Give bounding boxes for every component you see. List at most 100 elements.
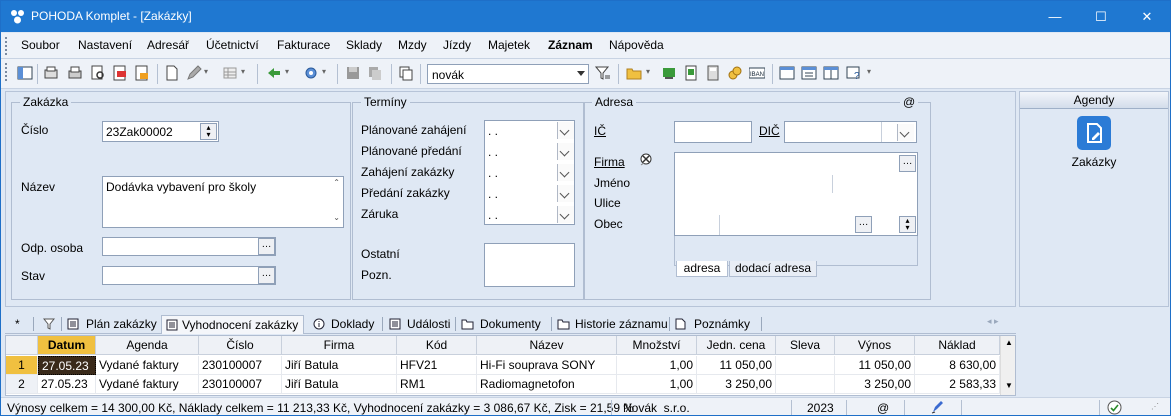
ic-field[interactable] — [674, 121, 752, 143]
document-green-icon[interactable] — [683, 65, 699, 81]
table-cell[interactable]: Jiří Batula — [282, 356, 397, 375]
stav-lookup-button[interactable]: … — [258, 267, 275, 284]
table-cell[interactable]: 8 630,00 — [915, 356, 1000, 375]
coins-icon[interactable] — [727, 65, 743, 81]
firma-label[interactable]: Firma — [594, 155, 625, 169]
tab-dodaci-adresa[interactable]: dodací adresa — [729, 261, 817, 277]
iban-icon[interactable]: IBAN — [749, 65, 765, 81]
table-cell[interactable]: 1,00 — [617, 356, 697, 375]
back-arrow-icon[interactable] — [266, 65, 282, 81]
scroll-up-icon[interactable]: ⌃ — [333, 178, 340, 187]
table-cell[interactable] — [776, 356, 835, 375]
address-fields[interactable]: … … ▴ ▾ — [674, 152, 918, 236]
maximize-button[interactable]: ☐ — [1078, 1, 1124, 32]
status-ok-icon[interactable] — [1107, 400, 1122, 415]
calculator-icon[interactable] — [705, 65, 721, 81]
scroll-up-icon[interactable]: ▲ — [1005, 338, 1013, 347]
edit-dropdown-icon[interactable]: ▾ — [204, 67, 208, 76]
zakazky-icon[interactable] — [1077, 116, 1111, 150]
firma-lookup-button[interactable]: … — [899, 155, 916, 172]
zaruka-value[interactable]: . . — [488, 208, 498, 222]
resize-grip-icon[interactable]: ⋰ — [1151, 402, 1159, 411]
table-cell[interactable]: 11 050,00 — [697, 356, 776, 375]
duplicate-icon[interactable] — [398, 65, 414, 81]
menu-mzdy[interactable]: Mzdy — [398, 38, 427, 52]
copy-icon[interactable] — [367, 65, 383, 81]
tabs-scroll-arrows[interactable]: ◂ ▸ — [987, 316, 999, 327]
menu-sklady[interactable]: Sklady — [346, 38, 382, 52]
col-sleva[interactable]: Sleva — [776, 336, 835, 355]
status-pen-icon[interactable] — [931, 400, 945, 414]
menu-nastaveni[interactable]: Nastavení — [78, 38, 132, 52]
cislo-field[interactable]: 23Zak00002 ▴ ▾ — [102, 121, 219, 142]
row-indicator[interactable]: 1 — [6, 356, 38, 375]
clear-address-icon[interactable] — [638, 152, 654, 168]
col-vynos[interactable]: Výnos — [835, 336, 915, 355]
dic-label[interactable]: DIČ — [759, 124, 780, 138]
preview-icon[interactable] — [90, 65, 106, 81]
window-cascade-icon[interactable] — [823, 65, 839, 81]
help-dropdown-icon[interactable]: ▾ — [867, 67, 871, 76]
nazev-field[interactable]: Dodávka vybavení pro školy ⌃ ⌄ — [102, 176, 344, 228]
row-indicator[interactable]: 2 — [6, 375, 38, 394]
col-firma[interactable]: Firma — [282, 336, 397, 355]
folder-icon[interactable] — [626, 65, 642, 81]
obec-lookup-button[interactable]: … — [855, 216, 872, 233]
menu-zaznam[interactable]: Záznam — [548, 38, 593, 52]
tab-all[interactable]: * — [11, 315, 20, 334]
table-cell[interactable]: Vydané faktury — [96, 375, 199, 394]
pdf-icon[interactable] — [112, 65, 128, 81]
scroll-down-icon[interactable]: ⌄ — [333, 213, 340, 222]
email-at-icon[interactable]: @ — [900, 95, 919, 109]
table-cell[interactable]: 3 250,00 — [835, 375, 915, 394]
col-agenda[interactable]: Agenda — [96, 336, 199, 355]
stav-field[interactable]: … — [102, 266, 276, 285]
zakazky-agenda-label[interactable]: Zakázky — [1020, 155, 1168, 169]
edit-icon[interactable] — [186, 65, 202, 81]
calendar-dropdown-3[interactable] — [557, 164, 574, 181]
close-button[interactable]: ✕ — [1124, 1, 1170, 32]
col-datum[interactable]: Datum — [38, 336, 96, 355]
table-cell[interactable]: 230100007 — [199, 356, 282, 375]
panel-toggle-icon[interactable] — [17, 65, 33, 81]
menu-jizdy[interactable]: Jízdy — [443, 38, 471, 52]
col-jedn-cena[interactable]: Jedn. cena — [697, 336, 776, 355]
print-icon[interactable] — [67, 65, 83, 81]
menu-napoveda[interactable]: Nápověda — [609, 38, 664, 52]
predani-zakazky-value[interactable]: . . — [488, 187, 498, 201]
help-icon[interactable]: ? — [846, 65, 862, 81]
table-cell[interactable]: 230100007 — [199, 375, 282, 394]
tab-adresa[interactable]: adresa — [676, 261, 728, 277]
table-cell[interactable]: RM1 — [397, 375, 477, 394]
table-cell[interactable]: Radiomagnetofon — [477, 375, 617, 394]
settings-icon[interactable] — [303, 65, 319, 81]
calendar-dropdown-4[interactable] — [557, 185, 574, 202]
window-list-icon[interactable] — [779, 65, 795, 81]
table-cell[interactable] — [776, 375, 835, 394]
scroll-down-icon[interactable]: ▼ — [1005, 381, 1013, 390]
money-icon[interactable] — [661, 65, 677, 81]
status-email-icon[interactable]: @ — [877, 401, 889, 415]
col-cislo[interactable]: Číslo — [199, 336, 282, 355]
tab-vyhodnoceni-zakazky[interactable]: Vyhodnocení zakázky — [161, 315, 304, 334]
settings-dropdown-icon[interactable]: ▾ — [322, 67, 326, 76]
table-cell[interactable]: HFV21 — [397, 356, 477, 375]
table-cell[interactable]: Vydané faktury — [96, 356, 199, 375]
table-cell[interactable]: 27.05.23 — [38, 356, 96, 375]
odp-osoba-field[interactable]: … — [102, 237, 276, 256]
cislo-spin-button[interactable]: ▴ ▾ — [200, 123, 217, 140]
calendar-dropdown-1[interactable] — [557, 122, 574, 139]
table-cell[interactable]: 27.05.23 — [38, 375, 96, 394]
menu-ucetnictvi[interactable]: Účetnictví — [206, 38, 259, 52]
save-icon[interactable] — [345, 65, 361, 81]
new-record-icon[interactable] — [164, 65, 180, 81]
table-cell[interactable]: 3 250,00 — [697, 375, 776, 394]
grid-scrollbar[interactable]: ▲ ▼ — [1000, 336, 1015, 395]
table-cell[interactable]: Jiří Batula — [282, 375, 397, 394]
dic-field[interactable] — [784, 121, 917, 143]
export-icon[interactable] — [134, 65, 150, 81]
menu-adresar[interactable]: Adresář — [147, 38, 189, 52]
col-nazev[interactable]: Název — [477, 336, 617, 355]
minimize-button[interactable]: — — [1032, 1, 1078, 32]
table-icon[interactable] — [222, 65, 238, 81]
